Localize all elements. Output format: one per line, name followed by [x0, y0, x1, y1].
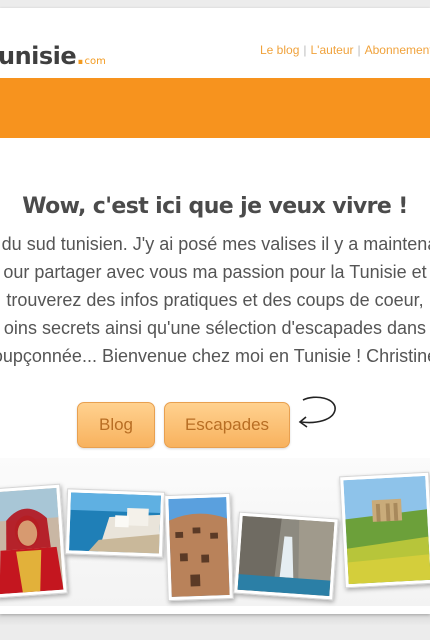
- nav-separator: |: [357, 43, 361, 57]
- nav-link-blog[interactable]: Le blog: [260, 43, 299, 57]
- orange-banner: [0, 78, 430, 138]
- escapades-button[interactable]: Escapades: [164, 402, 290, 448]
- photo-ksar-image: [168, 497, 230, 597]
- photo-ruins-image: [343, 475, 430, 585]
- blog-button[interactable]: Blog: [77, 402, 155, 448]
- nav-link-subscribe[interactable]: Abonnement: [365, 43, 430, 57]
- photo-canyon-waterfall[interactable]: [233, 511, 339, 601]
- page-headline: Wow, c'est ici que je veux vivre !: [22, 194, 408, 219]
- nav-link-author[interactable]: L'auteur: [311, 43, 354, 57]
- intro-line: oupçonnée... Bienvenue chez moi en Tunis…: [0, 346, 430, 366]
- intro-line: trouverez des infos pratiques et des cou…: [6, 290, 424, 310]
- intro-line: es du sud tunisien. J'y ai posé mes vali…: [0, 234, 430, 254]
- intro-line: oins secrets ainsi qu'une sélection d'es…: [3, 318, 427, 338]
- nav-separator: |: [303, 43, 307, 57]
- logo-dot: .: [76, 45, 85, 70]
- card-bottom-shadow: [0, 614, 430, 626]
- photo-woman-traditional-dress[interactable]: [0, 483, 68, 599]
- intro-line: our partager avec vous ma passion pour l…: [3, 262, 427, 282]
- photo-roman-ruins[interactable]: [339, 471, 430, 589]
- photo-canyon-image: [237, 515, 335, 597]
- top-nav: Le blog | L'auteur | Abonnement: [260, 43, 430, 57]
- page: unisie.com Le blog | L'auteur | Abonnement W…: [0, 0, 430, 640]
- photo-coastal-village[interactable]: [64, 488, 166, 558]
- logo-com: com: [84, 56, 106, 67]
- curved-arrow-icon: [298, 396, 336, 428]
- intro-text: es du sud tunisien. J'y ai posé mes vali…: [0, 230, 430, 370]
- photo-ksar-granaries[interactable]: [164, 492, 234, 602]
- photo-woman-image: [0, 487, 64, 595]
- site-logo[interactable]: unisie.com: [0, 42, 106, 70]
- site-header: unisie.com Le blog | L'auteur | Abonnement: [0, 8, 430, 78]
- logo-text: unisie: [0, 42, 77, 70]
- photo-coast-image: [69, 492, 161, 554]
